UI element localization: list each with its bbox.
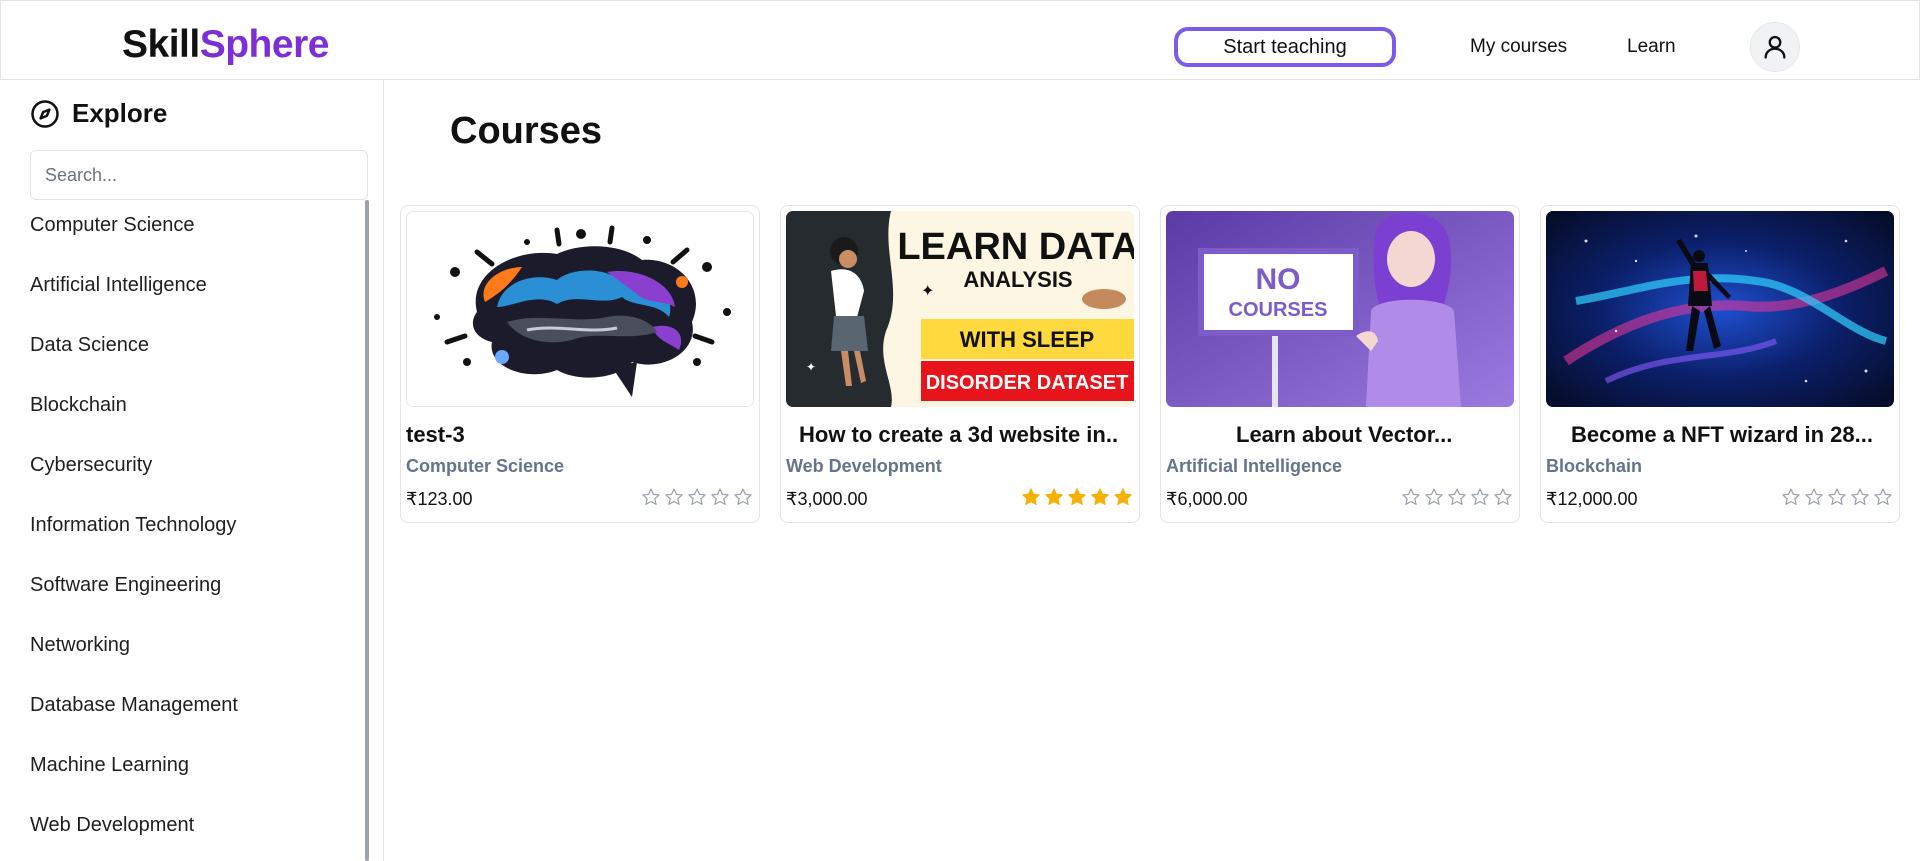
course-price: ₹6,000.00 bbox=[1166, 489, 1248, 509]
star-empty-icon bbox=[711, 488, 729, 505]
star-empty-icon bbox=[1402, 488, 1420, 505]
nav-my-courses[interactable]: My courses bbox=[1470, 36, 1567, 58]
nav-learn[interactable]: Learn bbox=[1627, 36, 1676, 58]
category-item[interactable]: Information Technology bbox=[30, 514, 236, 537]
banner-text-3: WITH SLEEP bbox=[960, 327, 1094, 352]
course-category: Web Development bbox=[786, 456, 942, 476]
space-explosion bbox=[1546, 211, 1894, 407]
star-empty-icon bbox=[734, 488, 752, 505]
logo-part-skill: Skill bbox=[122, 23, 200, 66]
course-card[interactable]: ✦ ✦ LEARN DATA ANALYSIS WITH SLEEP DISOR… bbox=[780, 205, 1140, 523]
user-avatar-button[interactable] bbox=[1750, 22, 1800, 72]
category-item[interactable]: Computer Science bbox=[30, 214, 195, 237]
rating-stars bbox=[1781, 487, 1893, 507]
category-item[interactable]: Networking bbox=[30, 634, 130, 657]
category-item[interactable]: Cybersecurity bbox=[30, 454, 152, 477]
star-empty-icon bbox=[688, 488, 706, 505]
star-filled-icon bbox=[1068, 488, 1086, 505]
course-price: ₹3,000.00 bbox=[786, 489, 868, 509]
search-input[interactable] bbox=[30, 150, 368, 200]
course-thumbnail bbox=[406, 211, 754, 407]
start-teaching-button[interactable]: Start teaching bbox=[1174, 27, 1396, 67]
banner-text-4: DISORDER DATASET bbox=[926, 372, 1129, 394]
user-icon bbox=[1764, 35, 1786, 59]
course-category: Computer Science bbox=[406, 456, 565, 476]
course-price: ₹123.00 bbox=[406, 489, 473, 509]
data-analysis-banner: ✦ ✦ LEARN DATA ANALYSIS WITH SLEEP DISOR… bbox=[786, 211, 1134, 407]
category-item[interactable]: Artificial Intelligence bbox=[30, 274, 207, 297]
star-filled-icon bbox=[1091, 488, 1109, 505]
course-title: Learn about Vector... bbox=[1236, 422, 1453, 447]
rating-stars bbox=[1021, 487, 1133, 507]
rating-stars bbox=[641, 487, 753, 507]
star-empty-icon bbox=[1494, 488, 1512, 505]
explore-title: Explore bbox=[72, 98, 168, 128]
sign-text-1: NO bbox=[1256, 263, 1301, 296]
star-filled-icon bbox=[1114, 488, 1132, 505]
star-empty-icon bbox=[1782, 488, 1800, 505]
course-card[interactable]: Become a NFT wizard in 28... Blockchain … bbox=[1540, 205, 1900, 523]
course-title: test-3 bbox=[406, 422, 465, 447]
star-filled-icon bbox=[1022, 488, 1040, 505]
logo[interactable]: SkillSphere bbox=[122, 23, 329, 67]
sidebar-scrollbar[interactable] bbox=[365, 200, 369, 861]
rating-stars bbox=[1401, 487, 1513, 507]
sign-text-2: COURSES bbox=[1229, 299, 1328, 321]
star-empty-icon bbox=[1448, 488, 1466, 505]
compass-icon bbox=[31, 99, 59, 128]
star-empty-icon bbox=[642, 488, 660, 505]
star-filled-icon bbox=[1045, 488, 1063, 505]
course-category: Artificial Intelligence bbox=[1166, 456, 1343, 476]
category-item[interactable]: Database Management bbox=[30, 694, 238, 717]
star-empty-icon bbox=[1805, 488, 1823, 505]
brain-illustration bbox=[434, 225, 731, 397]
no-courses-sign: NO COURSES bbox=[1166, 211, 1514, 407]
star-empty-icon bbox=[1425, 488, 1443, 505]
category-item[interactable]: Blockchain bbox=[30, 394, 127, 417]
category-item[interactable]: Software Engineering bbox=[30, 574, 221, 597]
star-empty-icon bbox=[665, 488, 683, 505]
category-item[interactable]: Machine Learning bbox=[30, 754, 189, 777]
course-category: Blockchain bbox=[1546, 456, 1643, 476]
banner-text-2: ANALYSIS bbox=[963, 267, 1072, 292]
logo-part-sphere: Sphere bbox=[199, 23, 330, 66]
category-list: Computer Science Artificial Intelligence… bbox=[0, 200, 368, 861]
course-title: How to create a 3d website in.. bbox=[799, 422, 1119, 447]
star-empty-icon bbox=[1851, 488, 1869, 505]
star-empty-icon bbox=[1471, 488, 1489, 505]
course-thumbnail: NO COURSES bbox=[1166, 211, 1514, 407]
category-item[interactable]: Data Science bbox=[30, 334, 149, 357]
star-empty-icon bbox=[1828, 488, 1846, 505]
top-header: SkillSphere Start teaching My courses Le… bbox=[0, 0, 1920, 80]
banner-text-1: LEARN DATA bbox=[897, 226, 1134, 268]
svg-text:✦: ✦ bbox=[921, 283, 934, 300]
course-thumbnail: ✦ ✦ LEARN DATA ANALYSIS WITH SLEEP DISOR… bbox=[786, 211, 1134, 407]
course-card[interactable]: test-3 Computer Science ₹123.00 bbox=[400, 205, 760, 523]
star-empty-icon bbox=[1874, 488, 1892, 505]
course-thumbnail bbox=[1546, 211, 1894, 407]
explore-header: Explore bbox=[30, 98, 167, 129]
course-card[interactable]: NO COURSES Learn about Vector... Artific… bbox=[1160, 205, 1520, 523]
page-title: Courses bbox=[450, 110, 603, 152]
course-title: Become a NFT wizard in 28... bbox=[1571, 422, 1873, 447]
course-price: ₹12,000.00 bbox=[1546, 489, 1638, 509]
category-item[interactable]: Web Development bbox=[30, 814, 194, 837]
svg-text:✦: ✦ bbox=[806, 360, 816, 374]
